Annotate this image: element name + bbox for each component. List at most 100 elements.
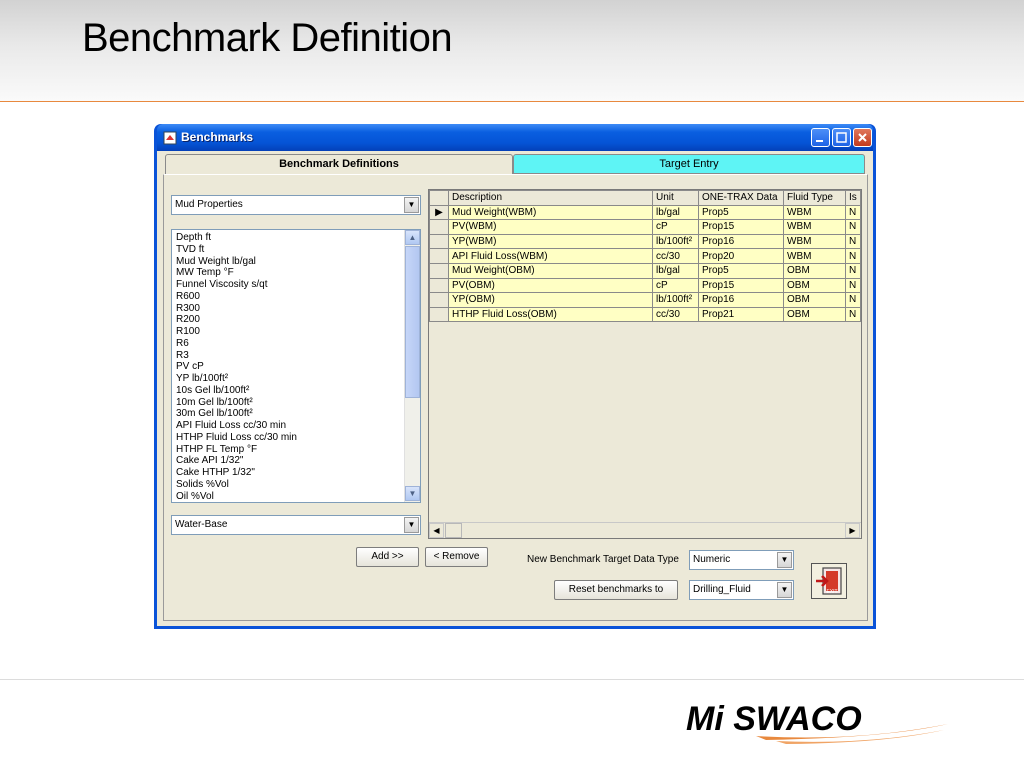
cell-onetrax-data[interactable]: Prop15 xyxy=(698,219,784,235)
property-list-item[interactable]: R100 xyxy=(174,326,418,338)
property-list-item[interactable]: MW Temp °F xyxy=(174,267,418,279)
cell-is[interactable]: N xyxy=(845,292,861,308)
property-list-item[interactable]: API Fluid Loss cc/30 min xyxy=(174,420,418,432)
cell-description[interactable]: HTHP Fluid Loss(OBM) xyxy=(448,306,653,323)
cell-unit[interactable]: lb/100ft² xyxy=(652,233,699,250)
reset-benchmarks-button[interactable]: Reset benchmarks to xyxy=(554,580,678,600)
exit-button[interactable]: EXIT xyxy=(811,563,847,599)
close-button[interactable] xyxy=(853,128,872,147)
property-list-item[interactable]: R6 xyxy=(174,338,418,350)
add-button[interactable]: Add >> xyxy=(356,547,419,567)
cell-is[interactable]: N xyxy=(845,219,861,235)
chevron-down-icon[interactable]: ▼ xyxy=(777,552,792,568)
cell-onetrax-data[interactable]: Prop16 xyxy=(698,233,784,250)
table-row[interactable]: Mud Weight(OBM) lb/gal Prop5 OBM N xyxy=(429,262,861,279)
cell-description[interactable]: PV(OBM) xyxy=(448,277,653,294)
row-selector[interactable] xyxy=(429,277,449,294)
row-selector[interactable] xyxy=(429,219,449,235)
cell-onetrax-data[interactable]: Prop5 xyxy=(698,204,784,221)
cell-unit[interactable]: cP xyxy=(652,277,699,294)
property-list-item[interactable]: Oil %Vol xyxy=(174,491,418,503)
property-list-item[interactable]: 30m Gel lb/100ft² xyxy=(174,408,418,420)
col-is[interactable]: Is xyxy=(845,190,861,206)
cell-description[interactable]: Mud Weight(OBM) xyxy=(448,262,653,279)
property-list-item[interactable]: 10s Gel lb/100ft² xyxy=(174,385,418,397)
cell-is[interactable]: N xyxy=(845,248,861,264)
property-list-item[interactable]: HTHP Fluid Loss cc/30 min xyxy=(174,432,418,444)
category-combo[interactable]: Mud Properties ▼ xyxy=(171,195,421,215)
property-list-item[interactable]: Solids %Vol xyxy=(174,479,418,491)
scroll-thumb[interactable] xyxy=(405,246,420,398)
property-list-item[interactable]: 10m Gel lb/100ft² xyxy=(174,397,418,409)
cell-onetrax-data[interactable]: Prop5 xyxy=(698,262,784,279)
cell-fluid-type[interactable]: OBM xyxy=(783,292,846,308)
property-list-item[interactable]: R200 xyxy=(174,314,418,326)
cell-is[interactable]: N xyxy=(845,306,861,323)
cell-unit[interactable]: lb/100ft² xyxy=(652,292,699,308)
property-list-item[interactable]: TVD ft xyxy=(174,244,418,256)
cell-onetrax-data[interactable]: Prop16 xyxy=(698,292,784,308)
cell-description[interactable]: PV(WBM) xyxy=(448,219,653,235)
chevron-down-icon[interactable]: ▼ xyxy=(404,197,419,213)
scroll-right-icon[interactable]: ▶ xyxy=(845,523,860,538)
row-selector[interactable] xyxy=(429,262,449,279)
benchmark-grid[interactable]: Description Unit ONE-TRAX Data Fluid Typ… xyxy=(428,189,862,539)
col-onetrax-data[interactable]: ONE-TRAX Data xyxy=(698,190,784,206)
table-row[interactable]: YP(OBM) lb/100ft² Prop16 OBM N xyxy=(429,292,861,308)
chevron-down-icon[interactable]: ▼ xyxy=(777,582,792,598)
cell-unit[interactable]: lb/gal xyxy=(652,204,699,221)
maximize-button[interactable] xyxy=(832,128,851,147)
cell-description[interactable]: YP(OBM) xyxy=(448,292,653,308)
chevron-down-icon[interactable]: ▼ xyxy=(404,517,419,533)
cell-description[interactable]: Mud Weight(WBM) xyxy=(448,204,653,221)
remove-button[interactable]: < Remove xyxy=(425,547,488,567)
cell-unit[interactable]: lb/gal xyxy=(652,262,699,279)
col-fluid-type[interactable]: Fluid Type xyxy=(783,190,846,206)
cell-fluid-type[interactable]: OBM xyxy=(783,277,846,294)
row-selector[interactable] xyxy=(429,248,449,264)
property-list-item[interactable]: Depth ft xyxy=(174,232,418,244)
cell-description[interactable]: API Fluid Loss(WBM) xyxy=(448,248,653,264)
row-selector[interactable] xyxy=(429,292,449,308)
table-row[interactable]: PV(WBM) cP Prop15 WBM N xyxy=(429,219,861,235)
cell-onetrax-data[interactable]: Prop15 xyxy=(698,277,784,294)
titlebar[interactable]: Benchmarks xyxy=(157,124,873,151)
fluid-type-combo[interactable]: Water-Base ▼ xyxy=(171,515,421,535)
cell-onetrax-data[interactable]: Prop20 xyxy=(698,248,784,264)
cell-unit[interactable]: cc/30 xyxy=(652,248,699,264)
table-row[interactable]: PV(OBM) cP Prop15 OBM N xyxy=(429,277,861,294)
scroll-down-icon[interactable]: ▼ xyxy=(405,486,420,501)
property-list-item[interactable]: YP lb/100ft² xyxy=(174,373,418,385)
tab-benchmark-definitions[interactable]: Benchmark Definitions xyxy=(165,154,513,174)
reset-source-combo[interactable]: Drilling_Fluid ▼ xyxy=(689,580,794,600)
cell-is[interactable]: N xyxy=(845,262,861,279)
current-row-marker[interactable]: ▶ xyxy=(429,204,449,221)
property-list-item[interactable]: R600 xyxy=(174,291,418,303)
property-list[interactable]: Depth ft TVD ft Mud Weight lb/gal MW Temp °… xyxy=(171,229,421,503)
row-selector[interactable] xyxy=(429,306,449,323)
cell-fluid-type[interactable]: WBM xyxy=(783,204,846,221)
cell-fluid-type[interactable]: WBM xyxy=(783,248,846,264)
property-list-item[interactable]: Mud Weight lb/gal xyxy=(174,256,418,268)
table-row[interactable]: API Fluid Loss(WBM) cc/30 Prop20 WBM N xyxy=(429,248,861,264)
table-row[interactable]: YP(WBM) lb/100ft² Prop16 WBM N xyxy=(429,233,861,250)
row-selector[interactable] xyxy=(429,233,449,250)
property-list-item[interactable]: Cake HTHP 1/32" xyxy=(174,467,418,479)
tab-target-entry[interactable]: Target Entry xyxy=(513,154,865,174)
table-row[interactable]: ▶ Mud Weight(WBM) lb/gal Prop5 WBM N xyxy=(429,204,861,221)
col-unit[interactable]: Unit xyxy=(652,190,699,206)
property-list-item[interactable]: Cake API 1/32" xyxy=(174,455,418,467)
cell-unit[interactable]: cP xyxy=(652,219,699,235)
property-list-item[interactable]: PV cP xyxy=(174,361,418,373)
property-list-item[interactable]: HTHP FL Temp °F xyxy=(174,444,418,456)
property-list-item[interactable]: R3 xyxy=(174,350,418,362)
target-type-combo[interactable]: Numeric ▼ xyxy=(689,550,794,570)
table-row[interactable]: HTHP Fluid Loss(OBM) cc/30 Prop21 OBM N xyxy=(429,306,861,323)
cell-unit[interactable]: cc/30 xyxy=(652,306,699,323)
property-list-scrollbar[interactable]: ▲ ▼ xyxy=(404,230,420,502)
cell-is[interactable]: N xyxy=(845,277,861,294)
cell-fluid-type[interactable]: OBM xyxy=(783,306,846,323)
minimize-button[interactable] xyxy=(811,128,830,147)
grid-horizontal-scrollbar[interactable]: ◀ ▶ xyxy=(429,522,861,538)
cell-is[interactable]: N xyxy=(845,204,861,221)
